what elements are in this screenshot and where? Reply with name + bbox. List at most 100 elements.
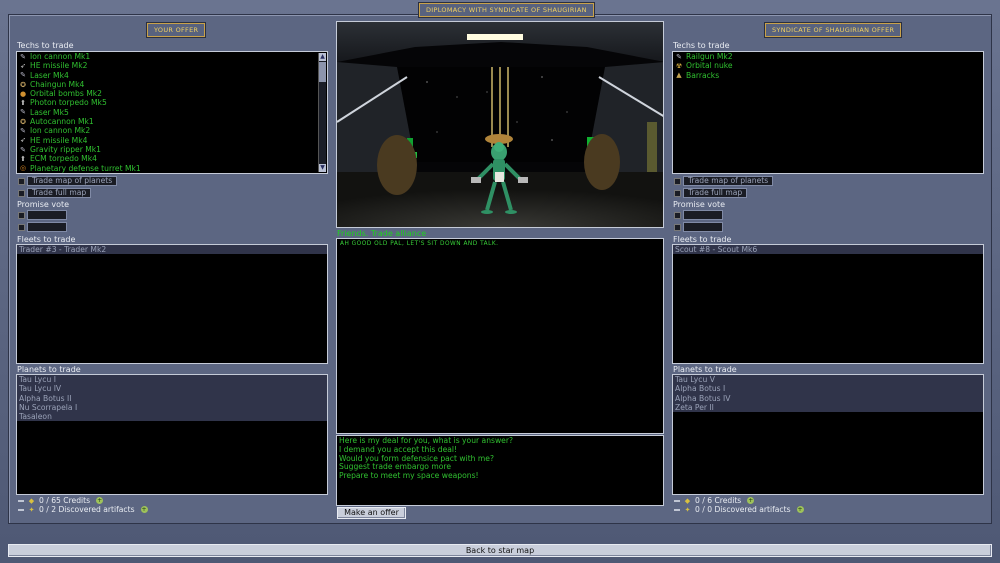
- checkbox[interactable]: [674, 189, 681, 197]
- left-techs-label: Techs to trade: [17, 41, 74, 50]
- checkbox[interactable]: [18, 223, 25, 231]
- decrease-button[interactable]: [18, 499, 24, 502]
- right-fleets-list[interactable]: Scout #8 - Scout Mk6: [672, 244, 984, 364]
- right-planets-list[interactable]: Tau Lycu V Alpha Botus I Alpha Botus IV Zet…: [672, 374, 984, 495]
- left-artifacts-counter: ✦ 0 / 2 Discovered artifacts +: [18, 505, 148, 514]
- gun-icon: ✎: [20, 52, 26, 61]
- nuke-icon: ☢: [675, 61, 683, 70]
- right-planets-label: Planets to trade: [673, 365, 737, 374]
- alien-message: Ah good old pal, let's sit down and talk…: [340, 241, 499, 247]
- checkbox[interactable]: [674, 223, 681, 231]
- relation-status: Friends. Trade alliance: [337, 229, 427, 238]
- tech-item[interactable]: ✎ Laser Mk5: [17, 108, 327, 117]
- coins-icon: ◆: [28, 496, 35, 505]
- scroll-thumb[interactable]: [319, 62, 326, 82]
- right-techs-list[interactable]: ✎ Railgun Mk2 ☢ Orbital nuke ▲ Barracks: [672, 51, 984, 174]
- increase-button[interactable]: +: [140, 506, 148, 513]
- right-trade-full-map[interactable]: Trade full map: [674, 188, 748, 198]
- torpedo-icon: ⬆: [20, 154, 26, 163]
- coins-icon: ◆: [684, 496, 691, 505]
- list-item[interactable]: Alpha Botus II: [17, 393, 327, 403]
- back-to-star-map-button[interactable]: Back to star map: [8, 544, 992, 557]
- turret-icon: ◎: [19, 164, 27, 173]
- decrease-button[interactable]: [674, 499, 680, 502]
- left-promise-vote-2[interactable]: [18, 222, 67, 232]
- left-promise-vote-1[interactable]: [18, 210, 67, 220]
- list-item[interactable]: Tau Lycu IV: [17, 384, 327, 394]
- increase-button[interactable]: +: [96, 497, 104, 504]
- bomb-icon: ●: [19, 89, 27, 98]
- barracks-icon: ▲: [676, 71, 682, 80]
- dialogue-option[interactable]: Prepare to meet my space weapons!: [337, 471, 663, 481]
- tech-item[interactable]: ✎ Railgun Mk2: [673, 52, 983, 61]
- tech-item[interactable]: ✎ Ion cannon Mk1: [17, 52, 327, 61]
- tech-item[interactable]: ✎ Gravity ripper Mk1: [17, 145, 327, 154]
- scroll-down-icon[interactable]: ▼: [319, 164, 326, 172]
- checkbox[interactable]: [18, 211, 25, 219]
- gun-icon: ✎: [20, 127, 26, 136]
- dialogue-box: Ah good old pal, let's sit down and talk…: [336, 238, 664, 434]
- decrease-button[interactable]: [18, 508, 24, 511]
- tech-item[interactable]: ⬆ Photon torpedo Mk5: [17, 98, 327, 107]
- list-item[interactable]: Scout #8 - Scout Mk6: [673, 245, 983, 255]
- right-promise-vote-label: Promise vote: [673, 200, 726, 209]
- right-promise-vote-2[interactable]: [674, 222, 723, 232]
- tech-item[interactable]: ✎ Laser Mk4: [17, 71, 327, 80]
- tech-item[interactable]: ✪ Chaingun Mk4: [17, 80, 327, 89]
- left-planets-list[interactable]: Tau Lycu I Tau Lycu IV Alpha Botus II Nu Sc…: [16, 374, 328, 495]
- left-fleets-list[interactable]: Trader #3 - Trader Mk2: [16, 244, 328, 364]
- gun-icon: ✎: [20, 108, 26, 117]
- chaingun-icon: ✪: [20, 117, 26, 126]
- right-trade-map-planets[interactable]: Trade map of planets: [674, 176, 774, 186]
- tech-item[interactable]: ⬆ ECM torpedo Mk4: [17, 154, 327, 163]
- left-promise-vote-label: Promise vote: [17, 200, 70, 209]
- checkbox[interactable]: [18, 189, 25, 197]
- right-techs-label: Techs to trade: [673, 41, 730, 50]
- cockpit-scene: [337, 22, 663, 227]
- tech-item[interactable]: ➶ HE missile Mk4: [17, 136, 327, 145]
- alien-offer-tag: Syndicate of Shaugirian offer: [765, 23, 902, 37]
- chaingun-icon: ✪: [20, 80, 26, 89]
- tech-item[interactable]: ✪ Autocannon Mk1: [17, 117, 327, 126]
- checkbox[interactable]: [18, 177, 25, 185]
- left-trade-map-planets[interactable]: Trade map of planets: [18, 176, 118, 186]
- scroll-up-icon[interactable]: ▲: [319, 53, 326, 61]
- torpedo-icon: ⬆: [20, 99, 26, 108]
- increase-button[interactable]: +: [747, 497, 755, 504]
- right-fleets-label: Fleets to trade: [673, 235, 732, 244]
- tech-item[interactable]: ◎ Planetary defense turret Mk1: [17, 164, 327, 173]
- tech-item[interactable]: ☢ Orbital nuke: [673, 61, 983, 70]
- left-techs-list[interactable]: ✎ Ion cannon Mk1 ➶ HE missile Mk2 ✎ Laser Mk4…: [16, 51, 328, 174]
- artifact-icon: ✦: [684, 505, 691, 514]
- window-title: Diplomacy with Syndicate of Shaugirian: [419, 3, 594, 17]
- list-item[interactable]: Nu Scorrapela I: [17, 402, 327, 413]
- gun-icon: ✎: [20, 145, 26, 154]
- list-item[interactable]: Zeta Per II: [673, 402, 983, 413]
- right-promise-vote-1[interactable]: [674, 210, 723, 220]
- left-trade-full-map[interactable]: Trade full map: [18, 188, 92, 198]
- list-item[interactable]: Tau Lycu V: [673, 375, 983, 385]
- checkbox[interactable]: [674, 177, 681, 185]
- dialogue-options: Here is my deal for you, what is your an…: [336, 435, 664, 506]
- tech-item[interactable]: ● Orbital bombs Mk2: [17, 89, 327, 98]
- tech-item[interactable]: ▲ Barracks: [673, 71, 983, 80]
- left-fleets-label: Fleets to trade: [17, 235, 76, 244]
- list-item[interactable]: Alpha Botus IV: [673, 393, 983, 403]
- list-item[interactable]: Tau Lycu I: [17, 375, 327, 385]
- tech-item[interactable]: ✎ Ion cannon Mk2: [17, 126, 327, 135]
- right-artifacts-counter: ✦ 0 / 0 Discovered artifacts +: [674, 505, 804, 514]
- artifact-icon: ✦: [28, 505, 35, 514]
- left-planets-label: Planets to trade: [17, 365, 81, 374]
- checkbox[interactable]: [674, 211, 681, 219]
- list-item[interactable]: Tasaleon: [17, 412, 327, 422]
- list-item[interactable]: Alpha Botus I: [673, 384, 983, 394]
- list-item[interactable]: Trader #3 - Trader Mk2: [17, 245, 327, 255]
- gun-icon: ✎: [676, 52, 682, 61]
- alien-portrait: [336, 21, 664, 228]
- tech-item[interactable]: ➶ HE missile Mk2: [17, 61, 327, 70]
- make-offer-button[interactable]: Make an offer: [337, 507, 406, 519]
- left-techs-scrollbar[interactable]: ▲ ▼: [318, 53, 326, 172]
- your-offer-tag: Your offer: [147, 23, 206, 37]
- increase-button[interactable]: +: [796, 506, 804, 513]
- decrease-button[interactable]: [674, 508, 680, 511]
